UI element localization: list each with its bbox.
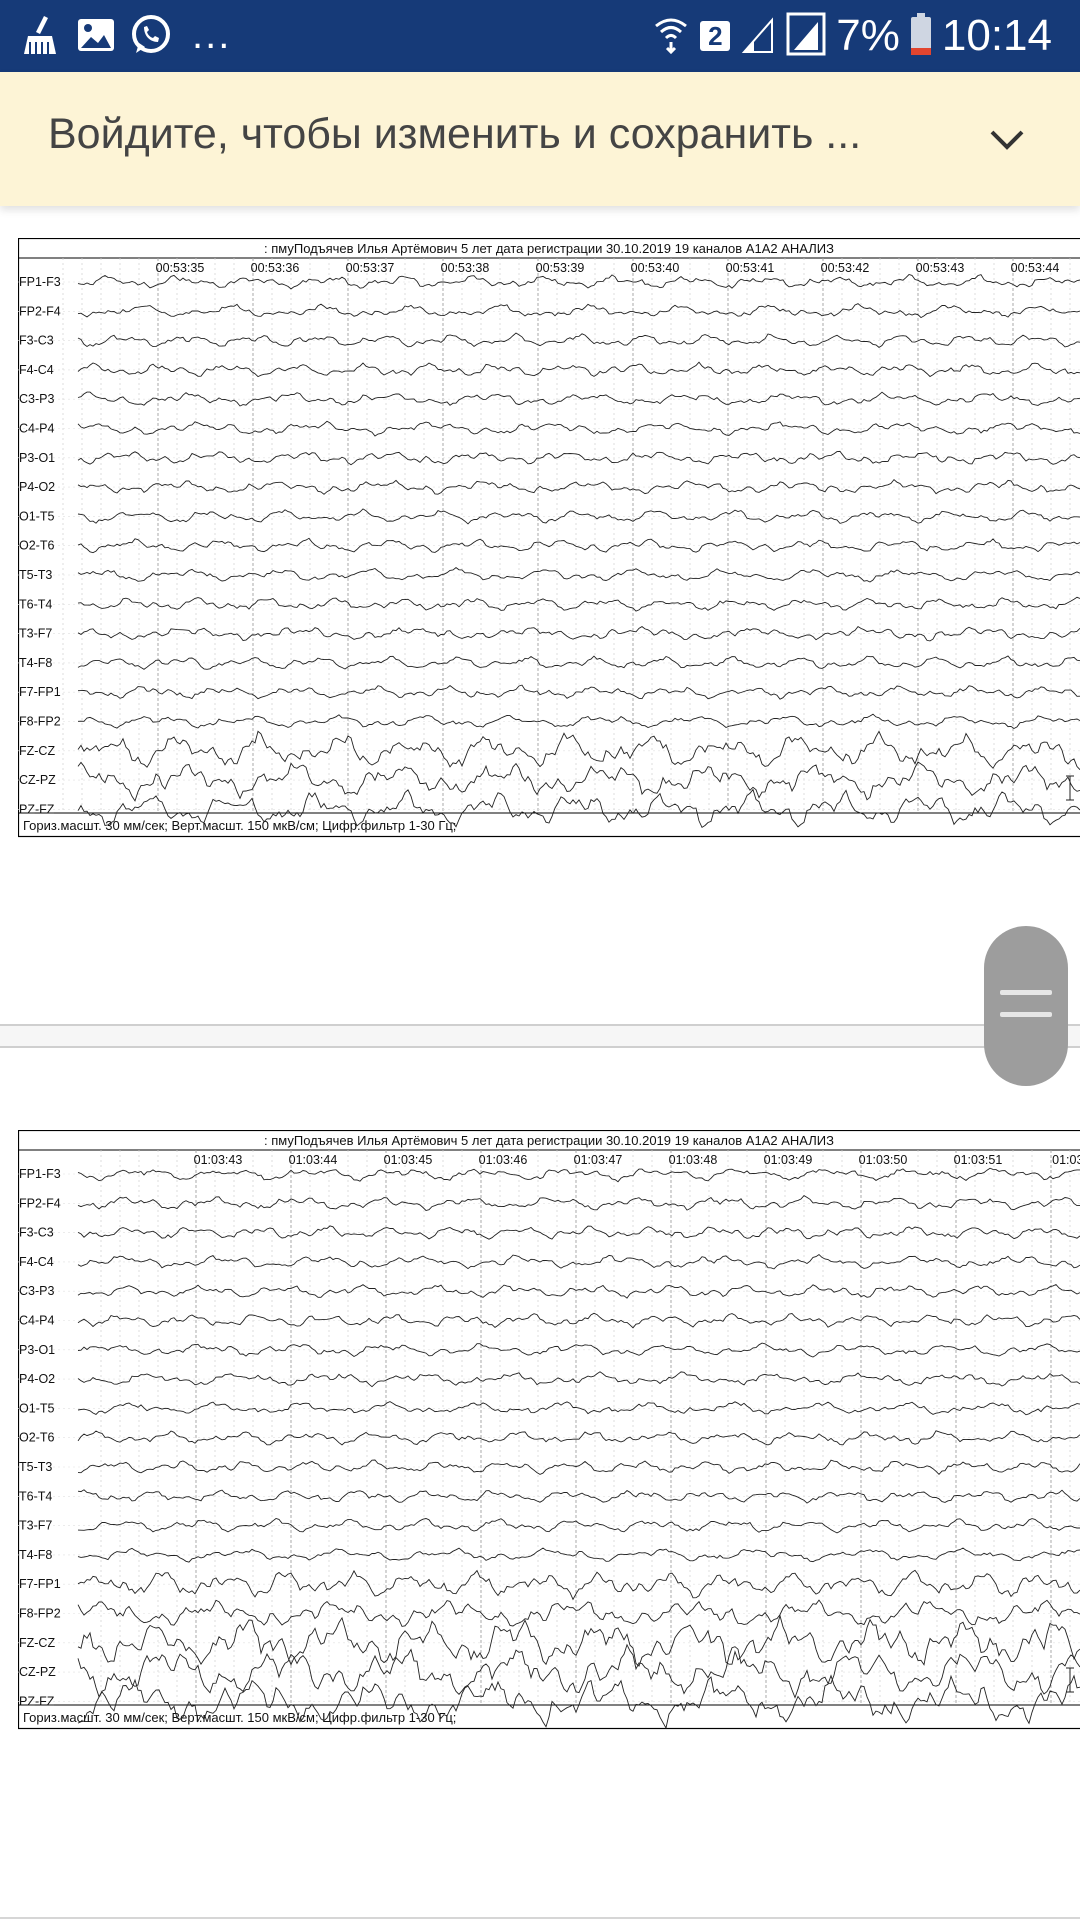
channel-label: P4-O2 (19, 1372, 55, 1386)
eeg-page-1: : пмуПодъячев Илья Артёмович 5 лет дата … (18, 238, 1080, 838)
channel-label: O1-T5 (19, 1401, 54, 1415)
channel-label: CZ-PZ (19, 773, 56, 787)
channel-label: FP1-F3 (19, 275, 61, 289)
eeg-header: : пмуПодъячев Илья Артёмович 5 лет дата … (264, 241, 834, 256)
image-icon (76, 15, 116, 55)
whatsapp-icon (130, 14, 172, 56)
channel-label: T4-F8 (19, 1548, 52, 1562)
page-divider (0, 1024, 1080, 1048)
time-tick: 00:53:36 (251, 261, 300, 275)
channel-label: PZ-FZ (19, 1694, 55, 1708)
time-tick: 00:53:38 (441, 261, 490, 275)
channel-label: T6-T4 (19, 1489, 52, 1503)
time-tick: 01:03:47 (574, 1153, 623, 1167)
channel-label: F4-C4 (19, 1255, 54, 1269)
wifi-call-icon (652, 14, 690, 59)
eeg-record-2: : пмуПодъячев Илья Артёмович 5 лет дата … (18, 1130, 1080, 1730)
channel-label: C4-P4 (19, 1314, 54, 1328)
time-tick: 01:03:48 (669, 1153, 718, 1167)
drag-handle-icon[interactable] (984, 926, 1068, 1086)
channel-label: F8-FP2 (19, 1607, 61, 1621)
time-tick: 00:53:42 (821, 261, 870, 275)
banner-text: Войдите, чтобы изменить и сохранить ... (48, 110, 862, 158)
channel-label: FZ-CZ (19, 744, 55, 758)
battery-icon (910, 12, 932, 61)
clock: 10:14 (941, 11, 1052, 60)
channel-label: CZ-PZ (19, 1665, 56, 1679)
time-tick: 00:53:43 (916, 261, 965, 275)
eeg-footer: Гориз.масшт. 30 мм/сек; Верт.масшт. 150 … (23, 818, 456, 833)
channel-label: P4-O2 (19, 480, 55, 494)
channel-label: F7-FP1 (19, 685, 61, 699)
time-tick: 01:03:51 (954, 1153, 1003, 1167)
time-tick: 01:03:46 (479, 1153, 528, 1167)
channel-label: F7-FP1 (19, 1577, 61, 1591)
channel-label: T4-F8 (19, 656, 52, 670)
time-tick: 01:03:45 (384, 1153, 433, 1167)
channel-label: FZ-CZ (19, 1636, 55, 1650)
chevron-down-icon[interactable] (984, 116, 1030, 162)
eeg-frame (18, 238, 1080, 838)
time-tick: 00:53:40 (631, 261, 680, 275)
sim-badge: 2 (700, 21, 731, 51)
sign-in-banner[interactable]: Войдите, чтобы изменить и сохранить ... (0, 72, 1080, 206)
channel-label: FP1-F3 (19, 1167, 61, 1181)
time-tick: 01:03:50 (859, 1153, 908, 1167)
time-tick: 01:03:5 (1052, 1153, 1080, 1167)
time-tick: 01:03:43 (194, 1153, 243, 1167)
battery-percent: 7% (836, 11, 900, 60)
channel-label: O2-T6 (19, 1431, 54, 1445)
channel-label: F8-FP2 (19, 715, 61, 729)
time-tick: 00:53:41 (726, 261, 775, 275)
channel-label: T3-F7 (19, 1519, 52, 1533)
system-icons: 2 7% 10:14 (652, 10, 1052, 62)
notification-icons: ... (22, 14, 231, 56)
time-tick: 00:53:37 (346, 261, 395, 275)
more-notifications: ... (192, 13, 232, 57)
time-tick: 00:53:35 (156, 261, 205, 275)
channel-label: C4-P4 (19, 422, 54, 436)
bottom-divider (0, 1917, 1080, 1919)
channel-label: P3-O1 (19, 1343, 55, 1357)
channel-label: T5-T3 (19, 568, 52, 582)
channel-label: C3-P3 (19, 1284, 54, 1298)
channel-label: F4-C4 (19, 363, 54, 377)
channel-label: T3-F7 (19, 627, 52, 641)
eeg-header: : пмуПодъячев Илья Артёмович 5 лет дата … (264, 1133, 834, 1148)
time-tick: 00:53:44 (1011, 261, 1060, 275)
signal-icon-2 (786, 12, 826, 61)
signal-icon (740, 14, 776, 59)
channel-label: T6-T4 (19, 597, 52, 611)
time-tick: 01:03:44 (289, 1153, 338, 1167)
time-tick: 01:03:49 (764, 1153, 813, 1167)
channel-label: PZ-FZ (19, 802, 55, 816)
channel-label: O1-T5 (19, 509, 54, 523)
channel-label: F3-C3 (19, 1226, 54, 1240)
time-tick: 00:53:39 (536, 261, 585, 275)
channel-label: FP2-F4 (19, 304, 61, 318)
channel-label: FP2-F4 (19, 1196, 61, 1210)
channel-label: F3-C3 (19, 334, 54, 348)
status-bar: ... 2 7% 10:14 (0, 0, 1080, 72)
channel-label: C3-P3 (19, 392, 54, 406)
eeg-page-2: : пмуПодъячев Илья Артёмович 5 лет дата … (18, 1130, 1080, 1730)
eeg-frame (18, 1130, 1080, 1730)
channel-label: T5-T3 (19, 1460, 52, 1474)
channel-label: O2-T6 (19, 539, 54, 553)
cleaner-icon (22, 14, 62, 56)
channel-label: P3-O1 (19, 451, 55, 465)
eeg-record-1: : пмуПодъячев Илья Артёмович 5 лет дата … (18, 238, 1080, 838)
